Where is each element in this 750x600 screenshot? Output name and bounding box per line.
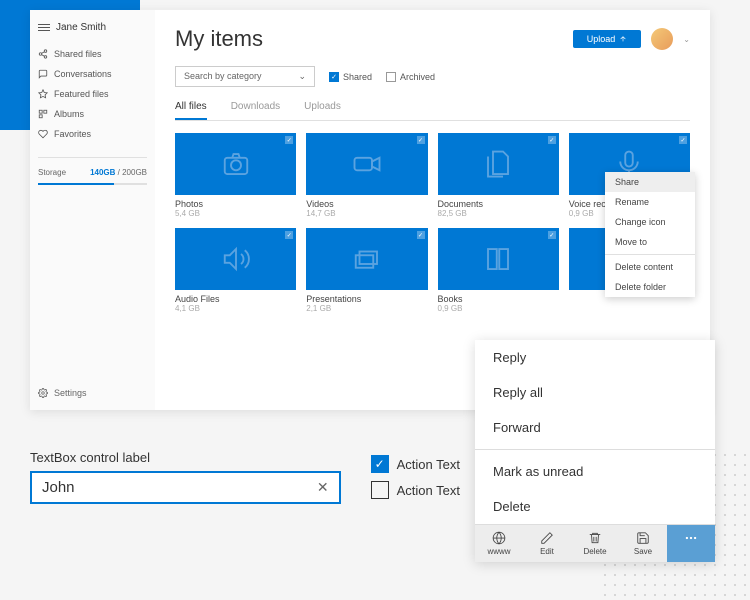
sidebar-item-conversations[interactable]: Conversations — [38, 69, 147, 79]
sidebar-item-label: Shared files — [54, 49, 102, 59]
pencil-icon — [540, 531, 554, 545]
checkbox-checked-icon: ✓ — [371, 455, 389, 473]
documents-icon — [483, 149, 513, 179]
form-section: TextBox control label ✕ ✓ Action Text Ac… — [30, 450, 460, 504]
mail-reply-all[interactable]: Reply all — [475, 375, 715, 410]
sidebar-item-label: Albums — [54, 109, 84, 119]
category-select[interactable]: Search by category ⌄ — [175, 66, 315, 87]
sidebar-item-label: Favorites — [54, 129, 91, 139]
action-checkbox-2[interactable]: Action Text — [371, 481, 460, 499]
folder-audio[interactable]: ✓ Audio Files 4,1 GB — [175, 228, 296, 313]
tool-edit[interactable]: Edit — [523, 525, 571, 562]
textbox-input[interactable] — [42, 479, 317, 496]
tabs: All files Downloads Uploads — [175, 101, 690, 121]
mail-reply[interactable]: Reply — [475, 340, 715, 375]
sidebar-item-label: Conversations — [54, 69, 112, 79]
chevron-down-icon: ⌄ — [298, 71, 306, 82]
tab-all-files[interactable]: All files — [175, 101, 207, 120]
avatar[interactable] — [651, 28, 673, 50]
share-icon — [38, 49, 48, 59]
video-icon — [352, 149, 382, 179]
camera-icon — [221, 149, 251, 179]
upload-button[interactable]: Upload — [573, 30, 642, 48]
sidebar-item-favorites[interactable]: Favorites — [38, 129, 147, 139]
user-name: Jane Smith — [56, 22, 106, 33]
context-share[interactable]: Share — [605, 172, 695, 192]
mail-forward[interactable]: Forward — [475, 410, 715, 445]
sidebar-item-featured[interactable]: Featured files — [38, 89, 147, 99]
storage-bar — [38, 183, 147, 185]
sidebar-item-label: Featured files — [54, 89, 109, 99]
mail-delete[interactable]: Delete — [475, 489, 715, 524]
textbox-wrap: ✕ — [30, 471, 341, 504]
storage-section: Storage 140GB / 200GB — [38, 157, 147, 185]
checkbox-icon: ✓ — [329, 72, 339, 82]
more-icon — [684, 531, 698, 545]
heart-icon — [38, 129, 48, 139]
context-rename[interactable]: Rename — [605, 192, 695, 212]
upload-icon — [619, 35, 627, 43]
tool-more[interactable] — [667, 525, 715, 562]
mail-mark-unread[interactable]: Mark as unread — [475, 454, 715, 489]
albums-icon — [38, 109, 48, 119]
textbox-label: TextBox control label — [30, 450, 341, 465]
sidebar-item-shared-files[interactable]: Shared files — [38, 49, 147, 59]
folder-presentations[interactable]: ✓ Presentations 2,1 GB — [306, 228, 427, 313]
save-icon — [636, 531, 650, 545]
context-delete-folder[interactable]: Delete folder — [605, 277, 695, 297]
mail-context-menu: Reply Reply all Forward Mark as unread D… — [475, 340, 715, 562]
filter-archived[interactable]: Archived — [386, 72, 435, 82]
context-menu: Share Rename Change icon Move to Delete … — [605, 172, 695, 297]
gear-icon — [38, 388, 48, 398]
globe-icon — [492, 531, 506, 545]
speaker-icon — [221, 244, 251, 274]
star-icon — [38, 89, 48, 99]
filter-shared[interactable]: ✓ Shared — [329, 72, 372, 82]
tab-uploads[interactable]: Uploads — [304, 101, 341, 120]
tool-save[interactable]: Save — [619, 525, 667, 562]
hamburger-icon[interactable] — [38, 24, 50, 31]
storage-label: Storage — [38, 168, 66, 177]
chat-icon — [38, 69, 48, 79]
folder-documents[interactable]: ✓ Documents 82,5 GB — [438, 133, 559, 218]
tool-wwww[interactable]: wwww — [475, 525, 523, 562]
clear-icon[interactable]: ✕ — [317, 479, 329, 496]
folder-photos[interactable]: ✓ Photos 5,4 GB — [175, 133, 296, 218]
sidebar: Jane Smith Shared files Conversations Fe… — [30, 10, 155, 410]
context-move-to[interactable]: Move to — [605, 232, 695, 252]
book-icon — [483, 244, 513, 274]
user-header[interactable]: Jane Smith — [38, 22, 147, 33]
chevron-down-icon[interactable]: ⌄ — [683, 35, 690, 44]
folder-books[interactable]: ✓ Books 0,9 GB — [438, 228, 559, 313]
action-checkbox-1[interactable]: ✓ Action Text — [371, 455, 460, 473]
mail-toolbar: wwww Edit Delete Save — [475, 524, 715, 562]
checkbox-unchecked-icon — [371, 481, 389, 499]
trash-icon — [588, 531, 602, 545]
storage-total: 200GB — [122, 168, 147, 177]
settings-link[interactable]: Settings — [38, 388, 87, 398]
storage-used: 140GB — [90, 168, 115, 177]
tab-downloads[interactable]: Downloads — [231, 101, 280, 120]
checkbox-icon — [386, 72, 396, 82]
page-title: My items — [175, 26, 263, 52]
folder-videos[interactable]: ✓ Videos 14,7 GB — [306, 133, 427, 218]
sidebar-item-albums[interactable]: Albums — [38, 109, 147, 119]
tool-delete[interactable]: Delete — [571, 525, 619, 562]
context-change-icon[interactable]: Change icon — [605, 212, 695, 232]
context-delete-content[interactable]: Delete content — [605, 257, 695, 277]
slides-icon — [352, 244, 382, 274]
